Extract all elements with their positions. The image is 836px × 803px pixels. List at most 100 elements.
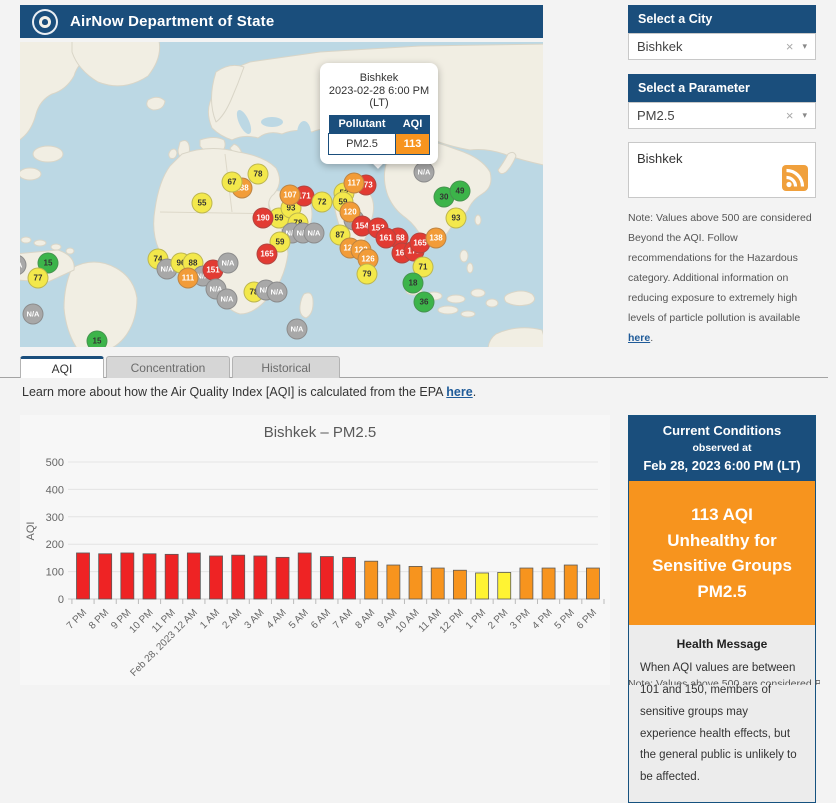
current-conditions-panel: Current Conditions observed at Feb 28, 2… xyxy=(628,415,816,803)
tab-concentration[interactable]: Concentration xyxy=(106,356,230,378)
bar xyxy=(386,564,401,600)
aqi-marker[interactable]: 15 xyxy=(86,330,108,347)
y-tick-label: 500 xyxy=(46,457,64,469)
select-city-header: Select a City xyxy=(628,5,816,33)
map-popup: Bishkek 2023-02-28 6:00 PM (LT) Pollutan… xyxy=(320,63,438,164)
state-department-seal-icon xyxy=(32,8,58,35)
bar xyxy=(519,567,534,600)
x-tick-label: 6 AM xyxy=(309,607,333,631)
sidebar-note-link[interactable]: here xyxy=(628,332,650,344)
y-tick-label: 200 xyxy=(46,539,64,551)
bar xyxy=(408,565,423,600)
aqi-marker[interactable]: 49 xyxy=(449,180,471,202)
aqi-marker[interactable]: 165 xyxy=(256,243,278,265)
bar xyxy=(430,567,445,600)
parameter-select[interactable]: PM2.5 × ▾ xyxy=(628,102,816,129)
learn-more-before: Learn more about how the Air Quality Ind… xyxy=(22,385,447,399)
aqi-marker[interactable]: N/A xyxy=(217,252,239,274)
popup-datetime: 2023-02-28 6:00 PM xyxy=(328,85,430,97)
popup-aqi-value: 113 xyxy=(395,133,430,155)
x-tick-label: 8 PM xyxy=(87,607,111,631)
aqi-marker[interactable]: 78 xyxy=(247,163,269,185)
aqi-value-line: 113 AQI xyxy=(691,505,753,524)
tab-historical[interactable]: Historical xyxy=(232,356,340,378)
bar xyxy=(98,553,113,600)
aqi-marker[interactable]: 55 xyxy=(191,192,213,214)
x-tick-label: 4 AM xyxy=(265,607,289,631)
aqi-category-line: Unhealthy for Sensitive Groups xyxy=(652,530,792,576)
rss-icon[interactable] xyxy=(782,165,808,191)
aqi-marker[interactable]: N/A xyxy=(303,222,325,244)
x-tick-label: 1 AM xyxy=(198,607,222,631)
bar xyxy=(164,553,179,600)
x-tick-label: 4 PM xyxy=(530,607,554,631)
parameter-chevron-down-icon[interactable]: ▾ xyxy=(802,110,807,121)
aqi-marker[interactable]: 67 xyxy=(221,171,243,193)
learn-more-text: Learn more about how the Air Quality Ind… xyxy=(22,385,476,399)
aqi-pollutant-line: PM2.5 xyxy=(697,581,747,601)
y-tick-label: 400 xyxy=(46,484,64,496)
health-message-section: Health Message When AQI values are betwe… xyxy=(629,625,815,802)
aqi-marker[interactable]: 138 xyxy=(425,227,447,249)
observed-at-label: observed at xyxy=(692,442,752,454)
sidebar-note-after: . xyxy=(650,331,654,344)
x-tick-label: 12 PM xyxy=(438,607,466,635)
aqi-marker[interactable]: 93 xyxy=(445,207,467,229)
x-tick-label: 5 PM xyxy=(553,607,577,631)
aqi-marker[interactable]: N/A xyxy=(286,318,308,340)
world-aqi-map[interactable]: N/A1577N/A15551386778591909378N/AN/AN/A5… xyxy=(20,42,543,347)
y-tick-label: 0 xyxy=(58,594,64,606)
parameter-select-value: PM2.5 xyxy=(637,108,675,123)
tab-aqi[interactable]: AQI xyxy=(20,356,104,378)
aqi-marker[interactable]: N/A xyxy=(413,161,435,183)
aqi-marker[interactable]: 72 xyxy=(311,191,333,213)
learn-more-after: . xyxy=(472,385,477,399)
aqi-marker[interactable]: 190 xyxy=(252,207,274,229)
x-tick-label: 3 AM xyxy=(243,607,267,631)
popup-pollutant-value: PM2.5 xyxy=(328,133,396,155)
bar xyxy=(76,552,90,600)
page-title: AirNow Department of State xyxy=(70,13,275,30)
bar xyxy=(253,555,268,600)
city-chevron-down-icon[interactable]: ▾ xyxy=(802,41,807,52)
sidebar-note-before: Note: Values above 500 are considered Be… xyxy=(628,212,812,324)
x-tick-label: 2 PM xyxy=(486,607,510,631)
parameter-clear-icon[interactable]: × xyxy=(786,108,794,123)
x-tick-label: 10 AM xyxy=(394,607,422,635)
x-tick-label: 7 AM xyxy=(331,607,355,631)
aqi-bar-chart: Bishkek – PM2.5 0 100 200 300 400 500 AQI 7 PM 8 … xyxy=(20,415,610,685)
city-select[interactable]: Bishkek × ▾ xyxy=(628,33,816,60)
chart-canvas: Bishkek – PM2.50100200300400500AQI7 PM8 … xyxy=(25,424,605,679)
aqi-marker[interactable]: N/A xyxy=(266,281,288,303)
y-tick-label: 300 xyxy=(46,512,64,524)
aqi-marker[interactable]: 117 xyxy=(343,172,365,194)
bar xyxy=(475,572,489,600)
aqi-marker[interactable]: N/A xyxy=(216,288,238,310)
bar xyxy=(319,556,334,600)
x-tick-label: 2 AM xyxy=(220,607,244,631)
aqi-marker[interactable]: 36 xyxy=(413,291,435,313)
aqi-marker[interactable]: 79 xyxy=(356,263,378,285)
aqi-marker[interactable]: 77 xyxy=(27,267,49,289)
current-conditions-header: Current Conditions observed at Feb 28, 2… xyxy=(629,416,815,481)
city-select-value: Bishkek xyxy=(637,39,683,54)
select-parameter-header: Select a Parameter xyxy=(628,74,816,102)
bar xyxy=(231,554,246,600)
aqi-marker[interactable]: 111 xyxy=(177,267,199,289)
chart-title: Bishkek – PM2.5 xyxy=(264,424,377,441)
popup-timezone: (LT) xyxy=(369,97,389,109)
x-tick-label: 10 PM xyxy=(127,607,155,635)
learn-more-link[interactable]: here xyxy=(446,385,472,399)
bar xyxy=(342,556,356,600)
y-axis-label: AQI xyxy=(25,522,37,541)
x-tick-label: 8 AM xyxy=(353,607,377,631)
bar xyxy=(541,567,556,600)
city-clear-icon[interactable]: × xyxy=(786,39,794,54)
x-tick-label: 6 PM xyxy=(575,607,599,631)
bottom-note: Note: Values above 500 are considered Be… xyxy=(628,678,820,685)
aqi-marker[interactable]: 107 xyxy=(279,184,301,206)
sidebar-note: Note: Values above 500 are considered Be… xyxy=(628,209,820,349)
bar xyxy=(452,569,467,600)
aqi-marker[interactable]: N/A xyxy=(22,303,44,325)
aqi-marker[interactable]: 18 xyxy=(402,272,424,294)
